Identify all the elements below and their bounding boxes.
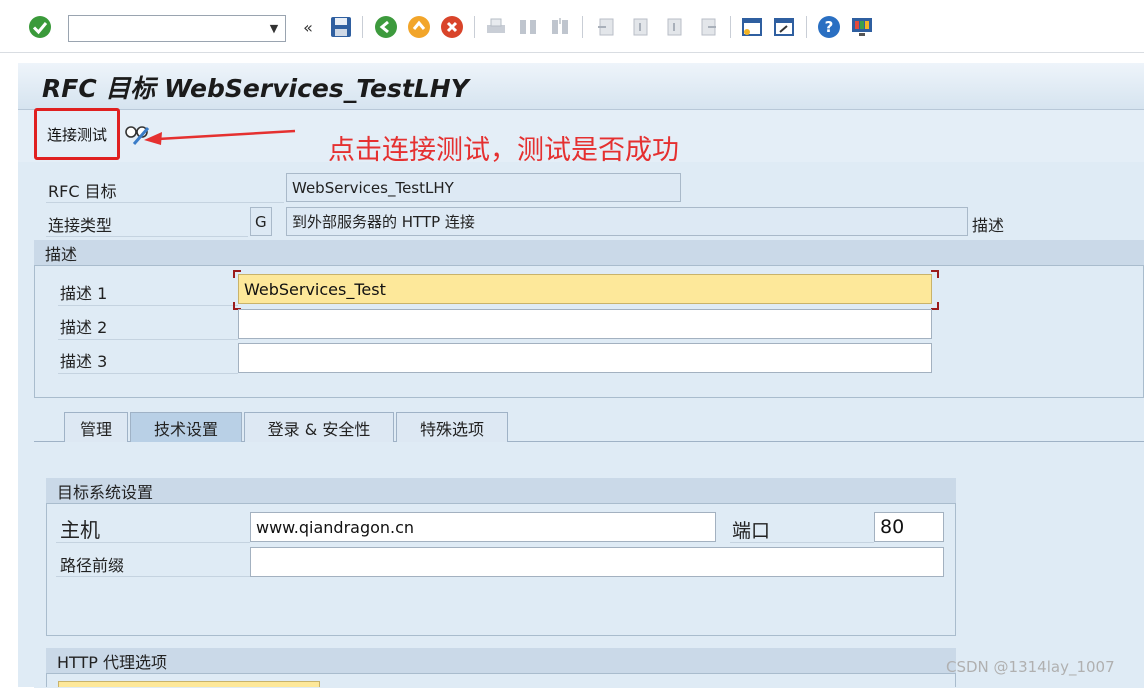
rfc-target-label: RFC 目标 <box>48 182 117 201</box>
rfc-target-field: WebServices_TestLHY <box>286 173 681 202</box>
host-input[interactable]: www.qiandragon.cn <box>250 512 716 542</box>
connection-test-button[interactable]: 连接测试 <box>34 108 120 160</box>
port-input[interactable]: 80 <box>874 512 944 542</box>
command-field[interactable] <box>68 15 286 42</box>
page-title: RFC 目标 WebServices_TestLHY <box>42 74 469 103</box>
print-icon[interactable] <box>484 15 508 39</box>
shortcut-icon[interactable] <box>772 15 796 39</box>
cancel-icon[interactable] <box>440 15 464 39</box>
connection-type-desc: 到外部服务器的 HTTP 连接 <box>286 207 968 236</box>
next-page-icon[interactable] <box>662 15 686 39</box>
proxy-host-input[interactable] <box>58 681 320 687</box>
path-prefix-label: 路径前缀 <box>60 556 125 575</box>
tab-logon-security[interactable]: 登录 & 安全性 <box>244 412 394 442</box>
description-2-label: 描述 2 <box>60 318 108 337</box>
connection-type-code: G <box>250 207 272 236</box>
collapse-icon[interactable]: « <box>296 15 320 39</box>
previous-page-icon[interactable] <box>628 15 652 39</box>
tab-special-options[interactable]: 特殊选项 <box>396 412 508 442</box>
description-group-title: 描述 <box>34 240 1144 266</box>
find-next-icon[interactable] <box>548 15 572 39</box>
path-prefix-input[interactable] <box>250 547 944 577</box>
description-3-label: 描述 3 <box>60 352 108 371</box>
connection-type-label: 连接类型 <box>48 216 113 235</box>
back-icon[interactable] <box>374 15 398 39</box>
first-page-icon[interactable] <box>594 15 618 39</box>
svg-text:?: ? <box>825 18 834 36</box>
description-2-input[interactable] <box>238 309 932 339</box>
customize-layout-icon[interactable] <box>850 15 874 39</box>
tab-technical-settings[interactable]: 技术设置 <box>130 412 242 442</box>
annotation-text: 点击连接测试，测试是否成功 <box>328 135 679 166</box>
description-1-label: 描述 1 <box>60 284 108 303</box>
watermark: CSDN @1314lay_1007 <box>946 658 1115 676</box>
target-system-title: 目标系统设置 <box>46 478 956 504</box>
last-page-icon[interactable] <box>696 15 720 39</box>
save-icon[interactable] <box>329 15 353 39</box>
help-icon[interactable]: ? <box>817 15 841 39</box>
create-session-icon[interactable] <box>740 15 764 39</box>
tab-management[interactable]: 管理 <box>64 412 128 442</box>
exit-icon[interactable] <box>407 15 431 39</box>
http-proxy-title: HTTP 代理选项 <box>46 648 956 674</box>
check-icon[interactable] <box>28 15 52 39</box>
description-1-input[interactable]: WebServices_Test <box>238 274 932 304</box>
dropdown-icon[interactable]: ▼ <box>262 15 286 42</box>
annotation-arrow <box>144 129 296 145</box>
port-label: 端口 <box>732 520 771 542</box>
description-3-input[interactable] <box>238 343 932 373</box>
host-label: 主机 <box>60 518 100 542</box>
system-toolbar: ▼ « ? <box>0 0 1144 53</box>
find-icon[interactable] <box>516 15 540 39</box>
description-link[interactable]: 描述 <box>972 212 1004 236</box>
